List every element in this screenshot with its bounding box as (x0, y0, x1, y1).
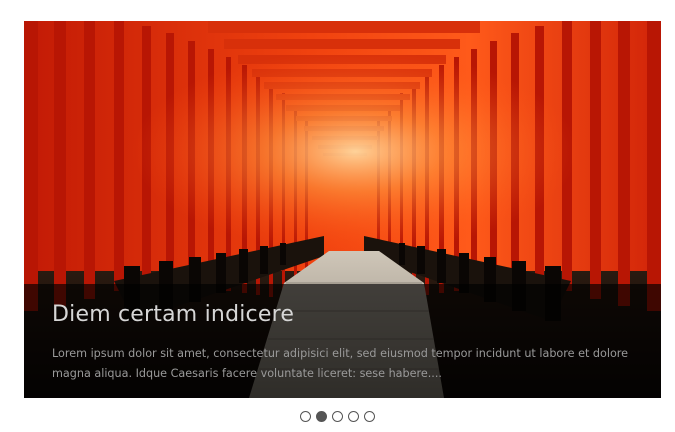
pager-dot-2[interactable] (316, 411, 327, 422)
slide-caption: Diem certam indicere Lorem ipsum dolor s… (24, 284, 661, 398)
pager-dot-5[interactable] (364, 411, 375, 422)
slider-pager (0, 411, 675, 422)
caption-text: Lorem ipsum dolor sit amet, consectetur … (52, 347, 629, 380)
pager-dot-4[interactable] (348, 411, 359, 422)
pager-dot-1[interactable] (300, 411, 311, 422)
pager-dot-3[interactable] (332, 411, 343, 422)
image-slider[interactable]: Diem certam indicere Lorem ipsum dolor s… (24, 21, 661, 398)
caption-title: Diem certam indicere (52, 302, 295, 327)
